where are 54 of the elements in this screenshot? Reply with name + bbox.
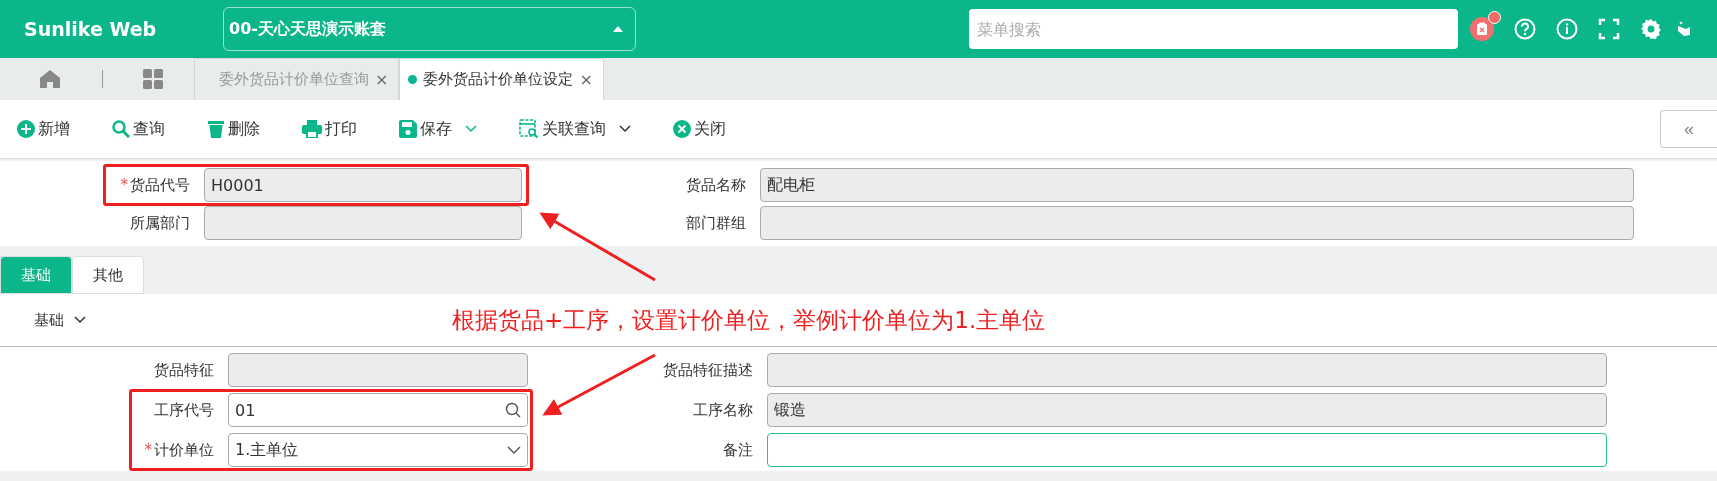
field-label: 部门群组 <box>686 213 746 232</box>
input-field[interactable]: 01 <box>228 393 528 427</box>
active-dot <box>408 75 418 84</box>
floppy-icon <box>399 120 417 138</box>
field-label: 货品代号 <box>130 175 190 194</box>
tab-label: 委外货品计价单位设定 <box>423 70 574 89</box>
home-icon[interactable] <box>40 70 60 88</box>
input-field[interactable]: 1.主单位 <box>228 433 528 467</box>
menu-search-field[interactable]: 菜单搜索 <box>969 9 1458 49</box>
toolbar-button[interactable]: 关联查询 <box>519 118 631 140</box>
required-mark: * <box>120 175 128 194</box>
close-icon[interactable]: × <box>375 70 389 89</box>
page-tab[interactable]: 委外货品计价单位设定 × <box>399 58 604 100</box>
close-icon[interactable]: × <box>579 70 593 89</box>
field-label: 货品特征 <box>154 360 214 379</box>
search-icon <box>505 402 521 418</box>
fullscreen-icon[interactable] <box>1598 18 1620 40</box>
collapse-button[interactable]: « <box>1660 110 1717 148</box>
required-mark: * <box>144 440 152 459</box>
apps-icon[interactable] <box>143 69 163 89</box>
close-icon <box>673 120 691 138</box>
chevron-down-icon <box>465 125 477 133</box>
annotation-text: 根据货品+工序，设置计价单位，举例计价单位为1.主单位 <box>452 305 1046 335</box>
caret-icon <box>613 26 623 32</box>
tab-label: 委外货品计价单位查询 <box>219 70 369 89</box>
toolbar-button[interactable]: 保存 <box>399 118 477 140</box>
settings-icon[interactable] <box>1640 18 1662 40</box>
chevron-down-icon <box>507 446 521 454</box>
plus-icon <box>17 120 35 138</box>
clipboard-icon[interactable] <box>1470 17 1494 41</box>
field-label: 备注 <box>723 440 753 459</box>
field-label: 所属部门 <box>130 213 190 232</box>
trash-icon <box>207 120 225 138</box>
search-icon <box>112 120 130 138</box>
input-field[interactable] <box>767 433 1607 467</box>
toolbar-button[interactable]: 删除 <box>207 118 260 140</box>
field-label: 工序代号 <box>154 400 214 419</box>
document-search-icon <box>519 119 539 139</box>
toolbar-button[interactable]: 新增 <box>17 118 70 140</box>
field-label: 货品名称 <box>686 175 746 194</box>
field-label: 计价单位 <box>154 440 214 459</box>
info-icon[interactable] <box>1556 18 1578 40</box>
form-tab[interactable]: 其他 <box>72 256 144 294</box>
field-label: 工序名称 <box>693 400 753 419</box>
field-label: 货品特征描述 <box>663 360 753 379</box>
toolbar-button[interactable]: 关闭 <box>673 118 726 140</box>
printer-icon <box>302 120 322 138</box>
help-icon[interactable] <box>1514 18 1536 40</box>
page-tab[interactable]: 委外货品计价单位查询 × <box>194 58 400 100</box>
section-toggle[interactable]: 基础 <box>28 309 92 331</box>
app-logo: Sunlike Web <box>24 18 158 40</box>
toolbar-button[interactable]: 查询 <box>112 118 165 140</box>
chevron-down-icon <box>619 125 631 133</box>
toolbar-button[interactable]: 打印 <box>302 118 357 140</box>
